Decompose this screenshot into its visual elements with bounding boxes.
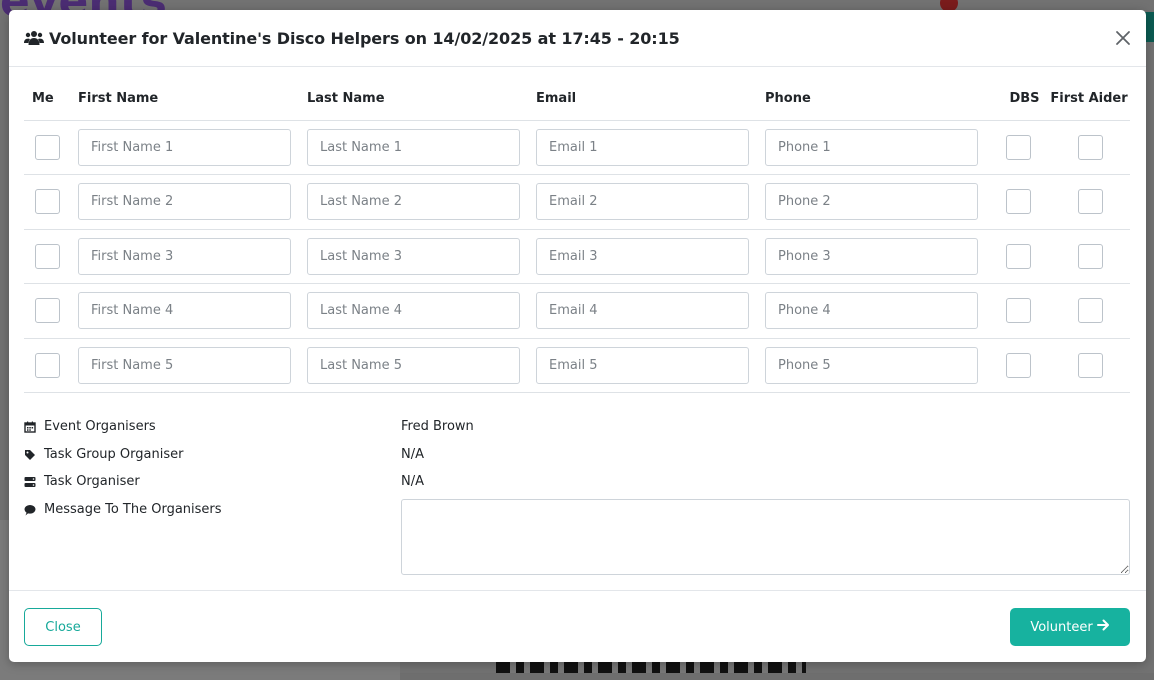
dbs-checkbox[interactable] (1006, 134, 1031, 160)
first-name-input[interactable] (78, 292, 291, 330)
table-row (24, 229, 1130, 284)
phone-input[interactable] (765, 183, 978, 221)
column-header-me: Me (24, 78, 78, 121)
me-checkbox[interactable] (35, 352, 60, 378)
modal-body: Me First Name Last Name Email Phone DBS … (9, 67, 1146, 581)
tag-icon (24, 449, 36, 461)
event-organisers-value: Fred Brown (401, 419, 474, 434)
last-name-input[interactable] (307, 237, 520, 275)
task-organiser-row: Task Organiser (24, 474, 140, 489)
first-name-input[interactable] (78, 346, 291, 384)
table-header-row: Me First Name Last Name Email Phone DBS … (24, 78, 1130, 121)
table-row (24, 120, 1130, 175)
last-name-input[interactable] (307, 346, 520, 384)
me-checkbox[interactable] (35, 134, 60, 160)
modal-header: Volunteer for Valentine's Disco Helpers … (9, 10, 1146, 67)
first-aider-checkbox[interactable] (1078, 298, 1103, 324)
message-label: Message To The Organisers (44, 502, 222, 517)
calendar-icon (24, 421, 36, 433)
column-header-last-name: Last Name (307, 78, 536, 121)
close-button[interactable]: Close (24, 608, 102, 646)
volunteer-table: Me First Name Last Name Email Phone DBS … (24, 78, 1130, 393)
column-header-dbs: DBS (994, 78, 1048, 121)
dbs-checkbox[interactable] (1006, 352, 1031, 378)
first-aider-checkbox[interactable] (1078, 134, 1103, 160)
column-header-first-name: First Name (78, 78, 307, 121)
phone-input[interactable] (765, 237, 978, 275)
modal-footer: Close Volunteer (9, 590, 1146, 662)
dbs-checkbox[interactable] (1006, 189, 1031, 215)
volunteer-modal: Volunteer for Valentine's Disco Helpers … (9, 10, 1146, 662)
first-aider-checkbox[interactable] (1078, 243, 1103, 269)
message-textarea[interactable] (401, 499, 1130, 575)
table-row (24, 283, 1130, 339)
email-input[interactable] (536, 346, 749, 384)
phone-input[interactable] (765, 292, 978, 330)
first-name-input[interactable] (78, 128, 291, 166)
volunteer-button[interactable]: Volunteer (1010, 608, 1130, 646)
last-name-input[interactable] (307, 183, 520, 221)
table-row (24, 338, 1130, 393)
me-checkbox[interactable] (35, 189, 60, 215)
me-checkbox[interactable] (35, 243, 60, 269)
task-organiser-value: N/A (401, 474, 424, 489)
users-icon (24, 29, 44, 47)
comment-icon (24, 504, 36, 516)
first-name-input[interactable] (78, 183, 291, 221)
arrow-right-icon (1096, 619, 1110, 635)
organiser-info: Event Organisers Fred Brown Task Group O… (24, 411, 1131, 581)
modal-title: Volunteer for Valentine's Disco Helpers … (49, 28, 680, 48)
last-name-input[interactable] (307, 128, 520, 166)
me-checkbox[interactable] (35, 298, 60, 324)
column-header-first-aider: First Aider (1048, 78, 1130, 121)
table-row (24, 174, 1130, 230)
first-name-input[interactable] (78, 237, 291, 275)
message-row: Message To The Organisers (24, 502, 222, 517)
volunteer-button-label: Volunteer (1030, 619, 1093, 635)
email-input[interactable] (536, 183, 749, 221)
column-header-phone: Phone (765, 78, 994, 121)
phone-input[interactable] (765, 346, 978, 384)
column-header-email: Email (536, 78, 765, 121)
email-input[interactable] (536, 292, 749, 330)
dbs-checkbox[interactable] (1006, 243, 1031, 269)
close-icon[interactable] (1114, 29, 1132, 47)
task-group-organiser-label: Task Group Organiser (44, 447, 184, 462)
task-organiser-label: Task Organiser (44, 474, 140, 489)
first-aider-checkbox[interactable] (1078, 352, 1103, 378)
first-aider-checkbox[interactable] (1078, 189, 1103, 215)
server-icon (24, 476, 36, 488)
event-organisers-row: Event Organisers (24, 419, 156, 434)
event-organisers-label: Event Organisers (44, 419, 156, 434)
task-group-organiser-value: N/A (401, 447, 424, 462)
task-group-organiser-row: Task Group Organiser (24, 447, 183, 462)
email-input[interactable] (536, 128, 749, 166)
phone-input[interactable] (765, 128, 978, 166)
email-input[interactable] (536, 237, 749, 275)
dbs-checkbox[interactable] (1006, 298, 1031, 324)
last-name-input[interactable] (307, 292, 520, 330)
